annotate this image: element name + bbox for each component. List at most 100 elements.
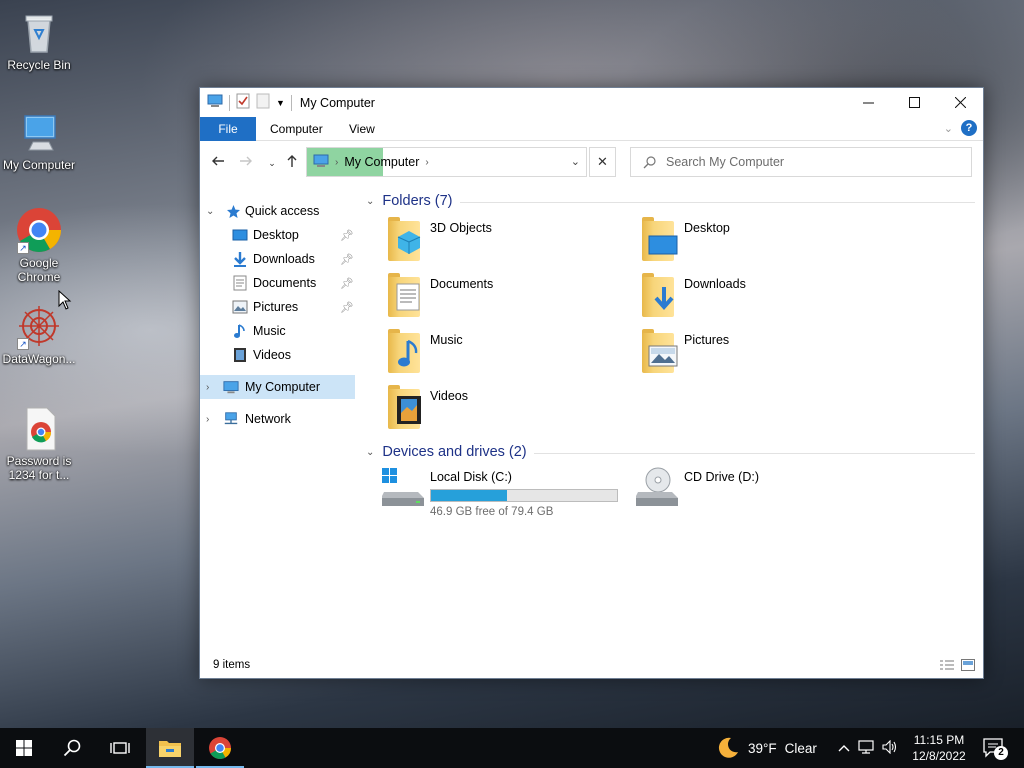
- network-status-icon[interactable]: [858, 739, 874, 757]
- taskbar-file-explorer[interactable]: [146, 728, 194, 768]
- computer-icon: [15, 108, 63, 156]
- desktop-icon-label: Google Chrome: [17, 256, 61, 284]
- navigation-bar: ⌄ › My Computer › ⌄ ✕ Search My Computer: [200, 141, 983, 183]
- tab-computer[interactable]: Computer: [270, 117, 323, 141]
- clear-address-button[interactable]: ✕: [589, 147, 616, 177]
- folder-label: Desktop: [684, 221, 730, 235]
- large-icons-view-icon[interactable]: [961, 659, 975, 674]
- drive-label: Local Disk (C:): [430, 470, 512, 484]
- nav-item-label: Pictures: [253, 300, 299, 314]
- folder-label: Documents: [430, 277, 494, 291]
- documents-icon: [232, 275, 248, 291]
- details-view-icon[interactable]: [939, 659, 955, 674]
- tab-view[interactable]: View: [349, 117, 375, 141]
- nav-item-documents[interactable]: Documents 📌︎: [200, 271, 355, 295]
- maximize-button[interactable]: [891, 88, 937, 117]
- downloads-folder-icon: [638, 269, 682, 317]
- title-bar[interactable]: ▼ My Computer: [200, 88, 983, 117]
- drive-tile-cd-drive[interactable]: CD Drive (D:): [634, 466, 834, 516]
- address-dropdown-icon[interactable]: ⌄: [571, 155, 580, 168]
- desktop-icon-google-chrome[interactable]: ↗ Google Chrome: [0, 206, 78, 284]
- address-bar[interactable]: › My Computer › ⌄: [306, 147, 587, 177]
- desktop-icon-label: DataWagon...: [2, 352, 76, 366]
- recent-locations-button[interactable]: ⌄: [262, 153, 282, 173]
- navigation-pane: ⌄ Quick access Desktop 📌︎ Downloads 📌︎ D…: [200, 183, 360, 653]
- devices-group-header[interactable]: ⌄ Devices and drives (2): [366, 441, 527, 463]
- start-button[interactable]: [0, 728, 48, 768]
- search-button[interactable]: [48, 728, 96, 768]
- chevron-right-icon: ›: [425, 156, 429, 168]
- folder-tile-pictures[interactable]: Pictures: [638, 325, 878, 377]
- show-hidden-icons-icon[interactable]: [838, 741, 850, 755]
- computer-small-icon: [223, 379, 239, 395]
- star-icon: [225, 203, 241, 219]
- volume-icon[interactable]: [882, 739, 898, 757]
- clock[interactable]: 11:15 PM 12/8/2022: [908, 732, 970, 764]
- nav-item-downloads[interactable]: Downloads 📌︎: [200, 247, 355, 271]
- group-title: Devices and drives (2): [382, 444, 527, 460]
- up-button[interactable]: [282, 153, 302, 173]
- nav-item-quick-access[interactable]: ⌄ Quick access: [200, 199, 355, 223]
- nav-item-videos[interactable]: Videos: [200, 343, 355, 367]
- folder-tile-videos[interactable]: Videos: [384, 381, 624, 433]
- toolbar-separator: [290, 94, 292, 111]
- action-center-button[interactable]: 2: [982, 736, 1008, 760]
- pin-icon[interactable]: 📌︎: [340, 277, 354, 290]
- item-count: 9 items: [213, 659, 251, 671]
- pictures-icon: [232, 299, 248, 315]
- weather-widget[interactable]: 39°F Clear: [716, 728, 817, 768]
- close-button[interactable]: [937, 88, 983, 117]
- system-tray: [838, 728, 898, 768]
- pin-icon[interactable]: 📌︎: [340, 253, 354, 266]
- drive-tile-local-disk[interactable]: Local Disk (C:) 46.9 GB free of 79.4 GB: [380, 466, 620, 518]
- folder-label: Pictures: [684, 333, 730, 347]
- search-box[interactable]: Search My Computer: [630, 147, 972, 177]
- folder-tile-downloads[interactable]: Downloads: [638, 269, 878, 321]
- forward-button[interactable]: [236, 153, 256, 173]
- windows-drive-icon: [382, 468, 424, 506]
- taskbar-chrome[interactable]: [196, 728, 244, 768]
- pin-icon[interactable]: 📌︎: [340, 301, 354, 314]
- nav-item-label: Network: [245, 412, 291, 426]
- desktop-icon-datawagon[interactable]: ↗ DataWagon...: [0, 302, 78, 366]
- pin-icon[interactable]: 📌︎: [340, 229, 354, 242]
- folder-tile-desktop[interactable]: Desktop: [638, 213, 878, 265]
- search-icon: [63, 739, 81, 757]
- tab-file[interactable]: File: [200, 117, 256, 141]
- help-icon[interactable]: ?: [961, 120, 977, 136]
- folders-group-header[interactable]: ⌄ Folders (7): [366, 190, 453, 212]
- weather-temperature: 39°F: [748, 740, 777, 756]
- videos-folder-icon: [384, 381, 428, 429]
- nav-item-desktop[interactable]: Desktop 📌︎: [200, 223, 355, 247]
- back-arrow-icon: [212, 156, 224, 166]
- customize-toolbar-icon[interactable]: ▼: [276, 98, 285, 108]
- minimize-button[interactable]: [845, 88, 891, 117]
- window-controls: [845, 88, 983, 117]
- nav-item-music[interactable]: Music: [200, 319, 355, 343]
- breadcrumb: › My Computer ›: [313, 148, 429, 176]
- group-title: Folders (7): [382, 193, 453, 209]
- desktop-icon-my-computer[interactable]: My Computer: [0, 108, 78, 172]
- chrome-icon: [209, 737, 231, 759]
- toolbar-separator: [229, 94, 230, 111]
- folder-tile-3d-objects[interactable]: 3D Objects: [384, 213, 624, 265]
- nav-item-network[interactable]: › Network: [200, 407, 355, 431]
- folder-tile-documents[interactable]: Documents: [384, 269, 624, 321]
- expand-ribbon-icon[interactable]: ⌄: [944, 122, 953, 135]
- nav-item-my-computer[interactable]: › My Computer: [200, 375, 355, 399]
- task-view-button[interactable]: [96, 728, 144, 768]
- nav-item-label: Downloads: [253, 252, 315, 266]
- properties-icon[interactable]: [236, 93, 250, 112]
- back-button[interactable]: [208, 153, 228, 173]
- new-folder-icon[interactable]: [256, 93, 270, 112]
- folder-label: Videos: [430, 389, 468, 403]
- folder-label: Music: [430, 333, 463, 347]
- desktop-icon: [232, 227, 248, 243]
- nav-item-pictures[interactable]: Pictures 📌︎: [200, 295, 355, 319]
- up-arrow-icon: [287, 155, 297, 167]
- close-icon: [954, 97, 966, 108]
- folder-tile-music[interactable]: Music: [384, 325, 624, 377]
- desktop-icon-recycle-bin[interactable]: Recycle Bin: [0, 8, 78, 72]
- breadcrumb-item[interactable]: My Computer: [344, 155, 419, 169]
- desktop-icon-password-file[interactable]: Password is 1234 for t...: [0, 404, 78, 482]
